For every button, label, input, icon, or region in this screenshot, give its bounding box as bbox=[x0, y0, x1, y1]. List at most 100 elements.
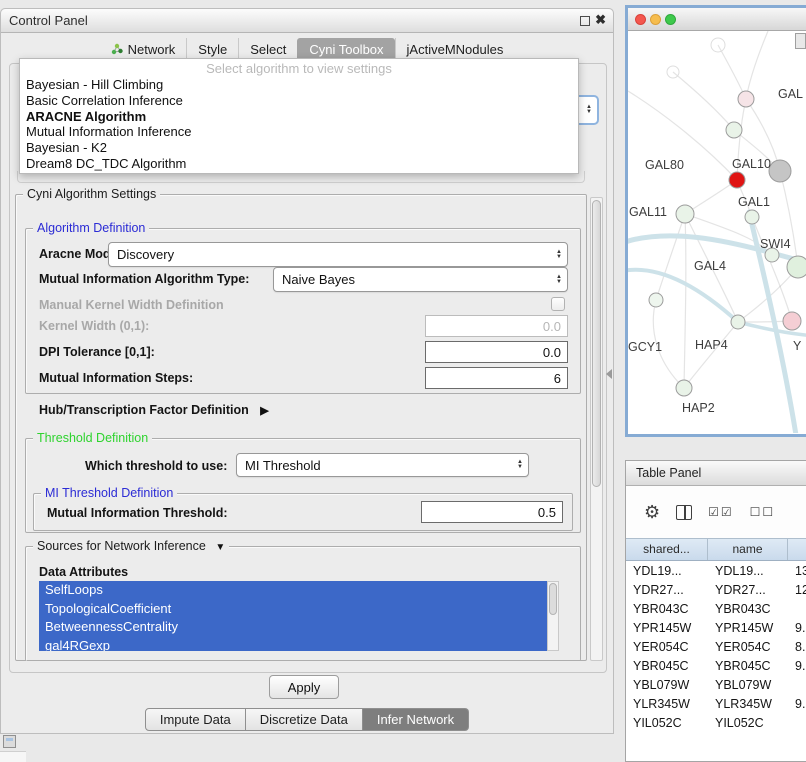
algorithm-option[interactable]: ARACNE Algorithm bbox=[20, 109, 578, 125]
algorithm-option[interactable]: Bayesian - Hill Climbing bbox=[20, 77, 578, 93]
minimize-traffic-light[interactable] bbox=[650, 14, 661, 25]
bottom-tab-discretize-data[interactable]: Discretize Data bbox=[246, 708, 363, 731]
panel-collapse-arrow[interactable] bbox=[606, 369, 612, 379]
aracne-mode-select[interactable]: Discovery ▲▼ bbox=[108, 242, 568, 267]
table-row[interactable]: YDL19...YDL19...13 bbox=[626, 561, 806, 580]
attribute-list-item[interactable]: BetweennessCentrality bbox=[39, 618, 559, 637]
bottom-panel-fragment bbox=[0, 751, 26, 762]
network-node[interactable] bbox=[676, 205, 694, 223]
attribute-list-item[interactable]: SelfLoops bbox=[39, 581, 559, 600]
bottom-tab-infer-network[interactable]: Infer Network bbox=[363, 708, 469, 731]
network-node[interactable] bbox=[649, 293, 663, 307]
table-cell: 13 bbox=[788, 564, 806, 578]
column-header[interactable]: shared... bbox=[626, 539, 708, 560]
dpi-tolerance-field[interactable]: 0.0 bbox=[425, 341, 568, 363]
mi-threshold-field[interactable]: 0.5 bbox=[421, 501, 563, 523]
manual-kernel-checkbox bbox=[551, 297, 565, 311]
hub-section-toggle[interactable]: Hub/Transcription Factor Definition ▶ bbox=[39, 403, 269, 417]
table-cell: YBL079W bbox=[626, 678, 708, 692]
settings-group-title: Cyni Algorithm Settings bbox=[23, 187, 160, 201]
table-row[interactable]: YBR043CYBR043C bbox=[626, 599, 806, 618]
network-node[interactable] bbox=[738, 91, 754, 107]
zoom-traffic-light[interactable] bbox=[665, 14, 676, 25]
table-row[interactable]: YBL079WYBL079W bbox=[626, 675, 806, 694]
scrollbar-thumb[interactable] bbox=[592, 200, 601, 487]
kernel-width-field: 0.0 bbox=[425, 315, 568, 337]
which-threshold-value: MI Threshold bbox=[245, 458, 321, 473]
which-threshold-select[interactable]: MI Threshold ▲▼ bbox=[236, 453, 529, 477]
algorithm-option[interactable]: Mutual Information Inference bbox=[20, 124, 578, 140]
table-cell: 9. bbox=[788, 621, 806, 635]
close-icon[interactable]: ✖ bbox=[595, 12, 606, 28]
settings-scrollbar[interactable] bbox=[590, 197, 603, 661]
table-cell: YBR045C bbox=[626, 659, 708, 673]
algorithm-option[interactable]: Dream8 DC_TDC Algorithm bbox=[20, 156, 578, 172]
table-row[interactable]: YIL052CYIL052C bbox=[626, 713, 806, 732]
table-cell: 12 bbox=[788, 583, 806, 597]
bottom-tab-bar: Impute DataDiscretize DataInfer Network bbox=[1, 708, 613, 731]
collapse-arrow-icon[interactable]: ▼ bbox=[215, 542, 225, 553]
manual-kernel-label: Manual Kernel Width Definition bbox=[39, 298, 224, 312]
network-node[interactable] bbox=[745, 210, 759, 224]
attribute-list-item[interactable]: TopologicalCoefficient bbox=[39, 600, 559, 619]
bottom-tab-impute-data[interactable]: Impute Data bbox=[145, 708, 246, 731]
network-graph[interactable]: GALGAL80GAL10GAL11GAL1SWI4GAL4GCY1HAP4YH… bbox=[628, 31, 806, 433]
table-panel-window: Table Panel ⚙ ☑☑ ☐☐ shared...name YDL19.… bbox=[625, 460, 806, 762]
network-node[interactable] bbox=[676, 380, 692, 396]
network-edge bbox=[673, 72, 734, 130]
network-node[interactable] bbox=[769, 160, 791, 182]
network-edge bbox=[780, 171, 798, 267]
network-node-label: GAL bbox=[778, 87, 803, 101]
table-row[interactable]: YLR345WYLR345W9. bbox=[626, 694, 806, 713]
gear-icon[interactable]: ⚙ bbox=[644, 502, 660, 523]
column-header[interactable]: name bbox=[708, 539, 788, 560]
table-row[interactable]: YDR27...YDR27...12 bbox=[626, 580, 806, 599]
table-cell: YPR145W bbox=[626, 621, 708, 635]
network-edge-highlighted bbox=[628, 270, 738, 322]
attribute-list-item[interactable]: gal4RGexp bbox=[39, 637, 559, 652]
network-window-titlebar[interactable] bbox=[628, 8, 806, 31]
select-all-icon[interactable]: ☑☑ bbox=[708, 505, 734, 519]
sources-group-toggle[interactable]: Sources for Network Inference ▼ bbox=[33, 539, 229, 553]
network-node-label: GAL4 bbox=[694, 259, 726, 273]
control-panel-titlebar[interactable]: Control Panel ✖ bbox=[1, 9, 613, 33]
table-row[interactable]: YBR045CYBR045C9. bbox=[626, 656, 806, 675]
table-cell: YBL079W bbox=[708, 678, 788, 692]
table-cell: 9. bbox=[788, 659, 806, 673]
apply-button[interactable]: Apply bbox=[269, 675, 339, 699]
network-node[interactable] bbox=[729, 172, 745, 188]
mi-steps-field[interactable]: 6 bbox=[425, 367, 568, 389]
deselect-all-icon[interactable]: ☐☐ bbox=[750, 505, 776, 519]
mi-type-select[interactable]: Naive Bayes ▲▼ bbox=[273, 267, 568, 292]
table-cell: YBR043C bbox=[626, 602, 708, 616]
attributes-list-scrollbar[interactable] bbox=[547, 581, 559, 651]
table-cell: YER054C bbox=[708, 640, 788, 654]
network-node[interactable] bbox=[783, 312, 801, 330]
algorithm-option[interactable]: Bayesian - K2 bbox=[20, 140, 578, 156]
restore-panel-icon[interactable] bbox=[3, 735, 16, 748]
table-panel-titlebar[interactable]: Table Panel bbox=[626, 461, 806, 486]
network-node[interactable] bbox=[731, 315, 745, 329]
table-cell: 9. bbox=[788, 697, 806, 711]
column-header[interactable] bbox=[788, 539, 806, 560]
close-traffic-light[interactable] bbox=[635, 14, 646, 25]
table-cell: YBR043C bbox=[708, 602, 788, 616]
which-threshold-label: Which threshold to use: bbox=[85, 459, 227, 473]
scrollbar-thumb[interactable] bbox=[549, 583, 557, 615]
table-toolbar: ⚙ ☑☑ ☐☐ bbox=[626, 486, 806, 538]
network-node[interactable] bbox=[787, 256, 806, 278]
mi-threshold-group-title: MI Threshold Definition bbox=[41, 486, 177, 500]
network-canvas[interactable]: GALGAL80GAL10GAL11GAL1SWI4GAL4GCY1HAP4YH… bbox=[628, 31, 806, 433]
table-row[interactable]: YPR145WYPR145W9. bbox=[626, 618, 806, 637]
network-node-label: GAL10 bbox=[732, 157, 771, 171]
data-attributes-list[interactable]: SelfLoopsTopologicalCoefficientBetweenne… bbox=[39, 581, 559, 651]
expand-arrow-icon[interactable]: ▶ bbox=[260, 404, 268, 417]
columns-icon[interactable] bbox=[676, 505, 692, 520]
table-row[interactable]: YER054CYER054C8. bbox=[626, 637, 806, 656]
network-node[interactable] bbox=[726, 122, 742, 138]
network-edge bbox=[746, 31, 768, 99]
tab-label: Style bbox=[198, 42, 227, 57]
float-window-icon[interactable] bbox=[580, 16, 590, 26]
algorithm-option[interactable]: Basic Correlation Inference bbox=[20, 93, 578, 109]
tab-label: Cyni Toolbox bbox=[309, 42, 383, 57]
